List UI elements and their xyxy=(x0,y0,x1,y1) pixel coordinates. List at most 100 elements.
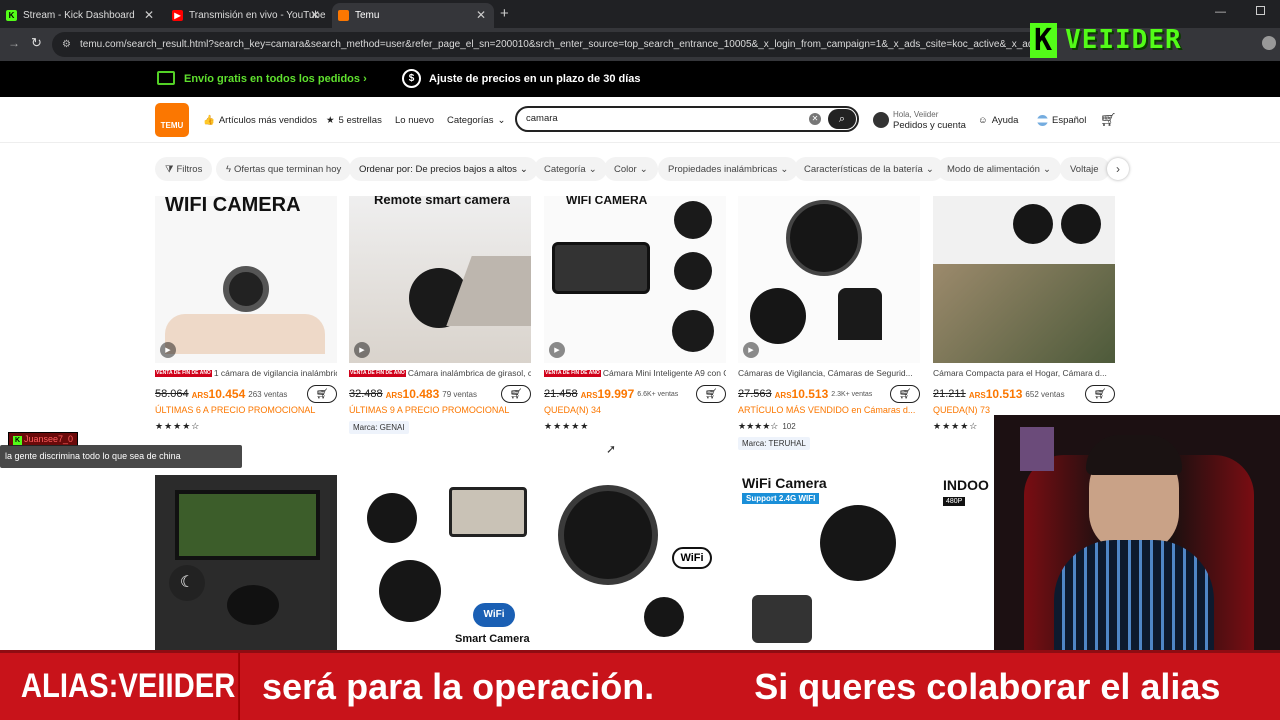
camera-graphic xyxy=(674,252,712,290)
tab-kick-dashboard[interactable]: K Stream - Kick Dashboard ✕ xyxy=(0,3,162,28)
filter-bar: ⧩ Filtros ϟ Ofertas que terminan hoy Ord… xyxy=(155,154,1130,184)
product-image[interactable]: Remote smart camera ▶ xyxy=(349,196,531,363)
video-icon[interactable]: ▶ xyxy=(743,342,759,358)
best-sellers-link[interactable]: 👍 Artículos más vendidos xyxy=(203,97,317,143)
video-icon[interactable]: ▶ xyxy=(549,342,565,358)
wifi-badge: WiFi xyxy=(473,603,515,627)
chevron-down-icon: ⌄ xyxy=(588,163,597,175)
chevron-down-icon: ⌄ xyxy=(780,163,789,175)
product-title[interactable]: Cámaras de Vigilancia, Cámaras de Seguri… xyxy=(738,368,920,378)
hand-graphic xyxy=(165,314,325,354)
rating-stars: ★★★★★ xyxy=(544,421,590,431)
product-image[interactable]: WiFi xyxy=(544,475,726,650)
product-image[interactable]: WIFI CAMERA ▶ xyxy=(155,196,337,363)
product-title[interactable]: Cámara Compacta para el Hogar, Cámara d.… xyxy=(933,368,1115,378)
brand-name: VEIIDER xyxy=(1065,25,1182,55)
close-icon[interactable]: ✕ xyxy=(476,8,486,22)
deals-today-chip[interactable]: ϟ Ofertas que terminan hoy xyxy=(216,157,352,181)
image-caption: Remote smart camera xyxy=(374,196,510,207)
close-icon[interactable]: ✕ xyxy=(144,8,154,22)
site-info-icon[interactable]: ⚙ xyxy=(62,32,71,57)
brand-tag[interactable]: Marca: TERUHAL xyxy=(738,437,810,450)
kick-icon: K xyxy=(13,436,22,445)
language-label: Español xyxy=(1052,114,1087,126)
extensions-icon[interactable] xyxy=(1262,36,1276,50)
account-menu[interactable]: Hola, Veiider Pedidos y cuenta xyxy=(873,97,966,143)
price-row: 32.488 ARS10.483 79 ventas 🛒︎ xyxy=(349,385,531,403)
chevron-down-icon: ⌄ xyxy=(497,114,506,126)
power-mode-chip[interactable]: Modo de alimentación ⌄ xyxy=(937,157,1061,181)
sales-count: 263 ventas xyxy=(248,389,288,399)
language-selector[interactable]: Español xyxy=(1037,97,1086,143)
image-caption: Smart Camera xyxy=(455,633,530,645)
product-image[interactable]: WiFi Smart Camera xyxy=(349,475,531,650)
currency: ARS xyxy=(191,391,209,400)
account-text: Hola, Veiider Pedidos y cuenta xyxy=(893,109,966,131)
product-image[interactable] xyxy=(933,196,1115,363)
best-sellers-label: Artículos más vendidos xyxy=(218,114,318,126)
add-to-cart-button[interactable]: 🛒︎ xyxy=(307,385,337,403)
room-photo xyxy=(449,487,527,537)
cart-icon[interactable]: 🛒︎ xyxy=(1100,97,1117,143)
new-label: Lo nuevo xyxy=(395,114,435,126)
doorstep-photo xyxy=(933,264,1115,363)
add-to-cart-button[interactable]: 🛒︎ xyxy=(696,385,726,403)
poster-graphic xyxy=(1020,427,1054,471)
product-image[interactable]: INDOO 480P xyxy=(933,475,994,650)
flag-icon xyxy=(1037,114,1048,126)
product-title[interactable]: VENTA DE FIN DE AÑO 1 cámara de vigilanci… xyxy=(155,368,337,378)
url-input[interactable]: ⚙ temu.com/search_result.html?search_key… xyxy=(52,32,1052,57)
color-chip[interactable]: Color ⌄ xyxy=(604,157,658,181)
add-to-cart-button[interactable]: 🛒︎ xyxy=(890,385,920,403)
temu-logo[interactable]: TEMU xyxy=(155,103,189,137)
product-image[interactable]: ☾ xyxy=(155,475,337,650)
camera-graphic xyxy=(227,585,279,625)
product-image[interactable]: WiFi Camera Support 2.4G WIFI xyxy=(738,475,920,650)
video-icon[interactable]: ▶ xyxy=(354,342,370,358)
filter-chip-label: Características de la batería xyxy=(804,163,923,175)
close-icon[interactable]: ✕ xyxy=(310,8,320,22)
five-stars-link[interactable]: ★ 5 estrellas xyxy=(326,97,382,143)
price-value: 10.513 xyxy=(985,387,1023,401)
tab-temu[interactable]: Temu ✕ xyxy=(332,3,494,28)
wireless-chip[interactable]: Propiedades inalámbricas ⌄ xyxy=(658,157,799,181)
maximize-icon[interactable] xyxy=(1256,6,1265,15)
filters-chip[interactable]: ⧩ Filtros xyxy=(155,157,213,181)
search-input[interactable]: camara ✕ ⌕ xyxy=(515,106,859,132)
new-link[interactable]: Lo nuevo xyxy=(395,97,434,143)
price-value: 10.454 xyxy=(208,387,246,401)
sales-count: 2.3K+ ventas xyxy=(831,390,873,398)
voltage-chip[interactable]: Voltaje xyxy=(1060,157,1110,181)
clear-search-icon[interactable]: ✕ xyxy=(809,113,821,125)
price-adjust-text[interactable]: Ajuste de precios en un plazo de 30 días xyxy=(429,73,641,85)
product-title[interactable]: VENTA DE FIN DE AÑO Cámara Mini Inteligen… xyxy=(544,368,726,378)
categories-dropdown[interactable]: Categorías ⌄ xyxy=(447,97,505,143)
brand-tag[interactable]: Marca: GENAI xyxy=(349,421,409,434)
add-to-cart-button[interactable]: 🛒︎ xyxy=(1085,385,1115,403)
video-icon[interactable]: ▶ xyxy=(160,342,176,358)
webcam-overlay xyxy=(994,415,1280,650)
help-link[interactable]: ☺ Ayuda xyxy=(978,97,1018,143)
forward-icon[interactable]: → xyxy=(8,36,20,50)
product-image[interactable]: WIFI CAMERA ▶ xyxy=(544,196,726,363)
tab-youtube-live[interactable]: ▶ Transmisión en vivo - YouTube ✕ xyxy=(166,3,328,28)
add-to-cart-button[interactable]: 🛒︎ xyxy=(501,385,531,403)
search-button[interactable]: ⌕ xyxy=(828,109,856,129)
product-title-text: Cámara Compacta para el Hogar, Cámara d.… xyxy=(933,368,1107,378)
current-price: ARS10.454 xyxy=(192,387,246,401)
reload-icon[interactable]: ↻ xyxy=(31,35,42,51)
category-chip[interactable]: Categoría ⌄ xyxy=(534,157,607,181)
product-title[interactable]: VENTA DE FIN DE AÑO Cámara inalámbrica de… xyxy=(349,368,531,378)
new-tab-icon[interactable]: + xyxy=(500,5,509,22)
sort-dropdown[interactable]: Ordenar por: De precios bajos a altos ⌄ xyxy=(349,157,538,181)
battery-chip[interactable]: Características de la batería ⌄ xyxy=(794,157,944,181)
camera-graphic xyxy=(367,493,417,543)
current-price: ARS19.997 xyxy=(581,387,635,401)
promo-text: ÚLTIMAS 6 A PRECIO PROMOCIONAL xyxy=(155,405,316,415)
promo-text: QUEDA(N) 34 xyxy=(544,405,602,415)
free-shipping-link[interactable]: Envío gratis en todos los pedidos › xyxy=(184,73,367,85)
scroll-right-button[interactable]: › xyxy=(1107,158,1129,180)
promo-text: ÚLTIMAS 9 A PRECIO PROMOCIONAL xyxy=(349,405,510,415)
filter-chip-label: Color xyxy=(614,163,637,175)
product-image[interactable]: ▶ xyxy=(738,196,920,363)
